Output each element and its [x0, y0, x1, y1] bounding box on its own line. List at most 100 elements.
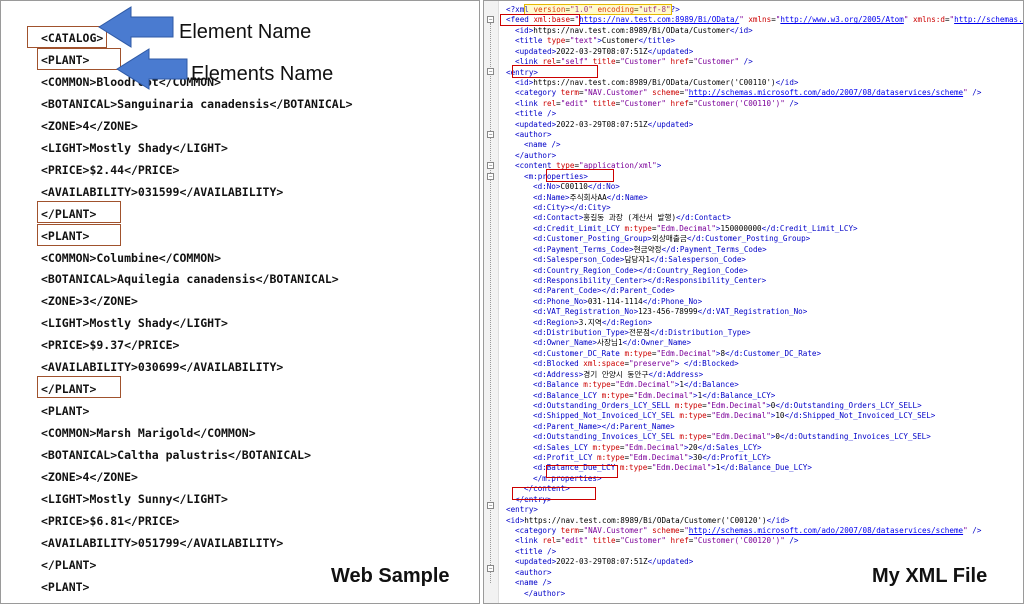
code-line: <d:Customer_DC_Rate m:type="Edm.Decimal"… — [533, 349, 821, 359]
code-token: <d:Parent_Code></d:Parent_Code> — [533, 286, 675, 296]
code-token: "edit" — [560, 98, 589, 108]
collapse-icon[interactable]: − — [487, 162, 494, 169]
code-token: </updated> — [647, 557, 694, 567]
code-token: <d:Sales_LCY — [533, 442, 593, 452]
code-token: xmlns:d — [908, 15, 945, 25]
code-token: scheme — [647, 88, 680, 98]
code-token[interactable]: http://www.w3.org/2005/Atom — [780, 15, 903, 24]
xml-line: </PLANT> — [41, 557, 97, 572]
code-token: <d:Contact> — [533, 213, 584, 223]
code-token: "Edm.Decimal" — [629, 453, 689, 463]
code-token: m:type — [592, 442, 620, 452]
code-line: <d:Name>주식회사AA</d:Name> — [533, 193, 648, 203]
xml-line: <PRICE>$9.37</PRICE> — [41, 338, 180, 353]
collapse-icon[interactable]: − — [487, 502, 494, 509]
code-token: <d:Address> — [533, 369, 584, 379]
code-line: <id>https://nav.test.com:8989/Bi/OData/C… — [506, 516, 789, 526]
code-token: "Customer" — [620, 98, 666, 108]
code-token: href — [665, 57, 689, 67]
plant-highlight-box — [37, 48, 121, 70]
code-token: <d:Outstanding_Orders_LCY_SELL — [533, 400, 675, 410]
code-line: <updated>2022-03-29T08:07:51Z</updated> — [515, 47, 693, 57]
code-line: <d:Region>3.지역</d:Region> — [533, 318, 652, 328]
code-token: title — [588, 98, 616, 108]
code-token: <d:Name> — [533, 192, 570, 202]
code-token: 외상매출금 — [651, 234, 687, 244]
code-line: <d:Payment_Terms_Code>현금약정</d:Payment_Te… — [533, 245, 767, 255]
code-token: <id> — [506, 515, 525, 525]
code-token: 123-456-78999 — [638, 307, 698, 317]
code-token: </id> — [775, 77, 799, 87]
code-token: "Edm.Decimal" — [711, 411, 771, 421]
code-token: scheme — [647, 526, 680, 535]
code-token: 2022-03-29T08:07:51Z — [556, 119, 648, 129]
code-token: m:type — [624, 348, 652, 358]
collapse-icon[interactable]: − — [487, 131, 494, 138]
code-token: "Edm.Decimal" — [624, 442, 684, 452]
code-token: 2022-03-29T08:07:51Z — [556, 46, 648, 56]
xml-line: <AVAILABILITY>031599</AVAILABILITY> — [41, 184, 284, 199]
code-token: </d:Region> — [601, 317, 653, 327]
code-line: <d:Address>경기 안양시 동안구</d:Address> — [533, 370, 703, 380]
collapse-icon[interactable]: − — [487, 16, 494, 23]
code-token: 담당자1 — [624, 255, 650, 265]
code-token: "Customer('C00110')" — [693, 98, 785, 108]
code-token: <d:Parent_Name></d:Parent_Name> — [533, 421, 675, 431]
code-token: </author> — [524, 588, 566, 598]
code-token: /> — [739, 57, 753, 67]
catalog-highlight-box — [27, 26, 107, 48]
code-line: <d:Outstanding_Orders_LCY_SELL m:type="E… — [533, 401, 922, 411]
code-token: "Edm.Decimal" — [615, 380, 675, 390]
code-token: </d:Name> — [606, 192, 648, 202]
properties-open-highlight-box — [546, 169, 614, 182]
code-token: <updated> — [515, 46, 557, 56]
code-token: 경기 안양시 동안구 — [583, 369, 649, 379]
code-token: "Edm.Decimal" — [633, 390, 694, 400]
code-token: https://nav.test.com:8989/Bi/OData/Custo… — [533, 77, 776, 87]
xml-file-panel: − − − − − − − <?xml version="1.0" encodi… — [483, 0, 1024, 604]
code-token: <link — [515, 98, 543, 108]
code-token: /> — [784, 98, 799, 108]
code-token: 10 — [775, 411, 785, 421]
code-line: <id>https://nav.test.com:8989/Bi/OData/C… — [515, 26, 753, 36]
code-token[interactable]: https://nav.test.com:8989/Bi/OData/ — [579, 15, 739, 24]
code-line: <name /> — [524, 140, 561, 150]
feed-highlight-box — [500, 14, 580, 26]
entry-open-highlight-box — [512, 65, 598, 78]
code-token: 30 — [693, 453, 703, 463]
xml-line: <AVAILABILITY>051799</AVAILABILITY> — [41, 535, 284, 550]
code-token[interactable]: http://schemas.microsoft.com/ado/2007/08… — [689, 526, 963, 535]
code-line: <d:Shipped_Not_Invoiced_LCY_SEL m:type="… — [533, 411, 935, 421]
code-token: <d:Blocked — [533, 359, 584, 369]
code-token: m:type — [601, 390, 630, 400]
code-line: <d:Outstanding_Invoices_LCY_SEL m:type="… — [533, 432, 931, 442]
code-line: <link rel="edit" title="Customer" href="… — [515, 99, 799, 109]
code-line: <d:Parent_Code></d:Parent_Code> — [533, 286, 675, 296]
xml-line: <COMMON>Marsh Marigold</COMMON> — [41, 426, 256, 441]
code-token: <entry> — [506, 505, 539, 515]
code-token: </d:Distribution_Type> — [649, 328, 751, 338]
code-token: </d:Payment_Terms_Code> — [661, 244, 767, 254]
code-token: 사장님1 — [597, 338, 623, 348]
collapse-icon[interactable]: − — [487, 68, 494, 75]
code-token: <d:Country_Region_Code></d:Country_Regio… — [533, 265, 748, 275]
code-token: </id> — [766, 515, 790, 525]
code-token[interactable]: http://schemas.micr — [954, 15, 1023, 24]
code-line: <d:Country_Region_Code></d:Country_Regio… — [533, 266, 748, 276]
code-token: <name /> — [515, 578, 552, 588]
code-line: <d:Blocked xml:space="preserve"> </d:Blo… — [533, 359, 739, 369]
fold-gutter: − − − − − − − — [484, 1, 499, 603]
code-token: <d:Phone_No> — [533, 296, 588, 306]
code-line: <d:Phone_No>031-114-1114</d:Phone_No> — [533, 297, 702, 307]
collapse-icon[interactable]: − — [487, 173, 494, 180]
code-line: <updated>2022-03-29T08:07:51Z</updated> — [515, 557, 693, 567]
code-line: <category term="NAV.Customer" scheme="ht… — [515, 88, 981, 98]
code-token: <d:Payment_Terms_Code> — [533, 244, 634, 254]
element-name-annotation: Element Name — [179, 21, 312, 43]
code-token: <d:Customer_DC_Rate — [533, 348, 625, 358]
xml-line: <PRICE>$2.44</PRICE> — [41, 162, 180, 177]
collapse-icon[interactable]: − — [487, 565, 494, 572]
code-token[interactable]: http://schemas.microsoft.com/ado/2007/08… — [689, 88, 963, 97]
code-token: term — [560, 88, 580, 98]
code-token: > — [656, 161, 662, 171]
